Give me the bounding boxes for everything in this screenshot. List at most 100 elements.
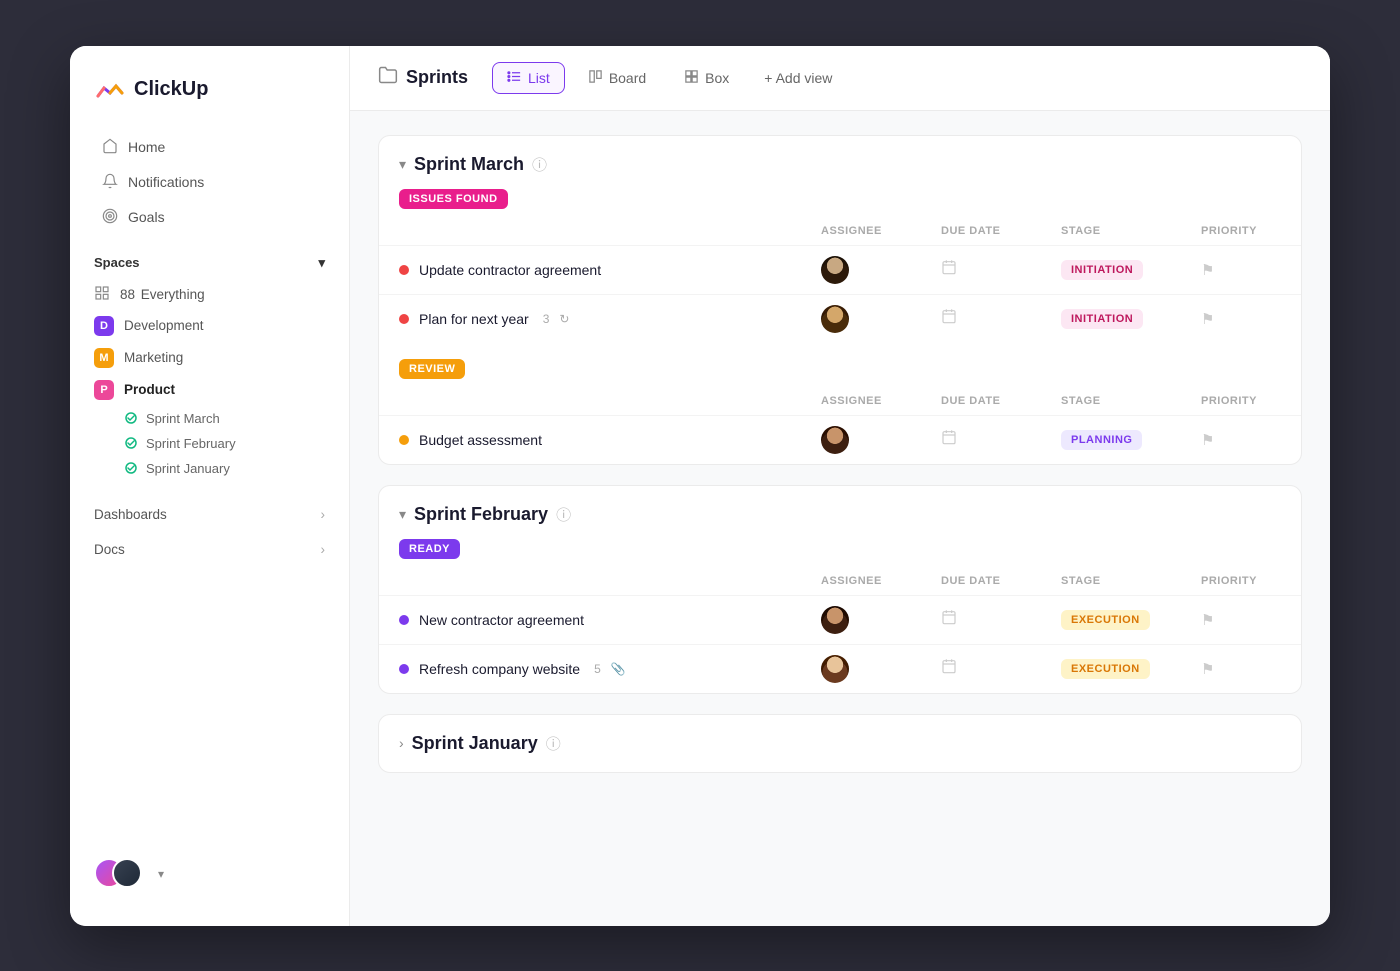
sprint-march-header: ▾ Sprint March ⓘ <box>379 136 1301 189</box>
everything-count: 88 Everything <box>120 287 205 302</box>
sidebar: ClickUp Home Notifications <box>70 46 350 926</box>
sprint-march-icon <box>124 411 138 425</box>
nav-item-home[interactable]: Home <box>78 130 341 165</box>
task-dot-purple2 <box>399 664 409 674</box>
sprint-march-info-icon[interactable]: ⓘ <box>532 154 547 175</box>
product-badge: P <box>94 380 114 400</box>
docs-chevron-icon: › <box>321 542 326 557</box>
task-col-header2 <box>399 395 821 407</box>
space-item-everything[interactable]: 88 Everything <box>94 279 325 310</box>
ready-badge: READY <box>399 539 460 559</box>
tab-list[interactable]: List <box>492 62 565 94</box>
spaces-header[interactable]: Spaces ▾ <box>94 255 325 271</box>
task-name-plan-next-year: Plan for next year 3 ↻ <box>399 311 821 327</box>
list-tab-icon <box>507 69 522 87</box>
issues-found-badge: ISSUES FOUND <box>399 189 508 209</box>
sprint-item-march[interactable]: Sprint March <box>94 406 325 431</box>
avatar-person-curly <box>821 606 849 634</box>
add-view-label: + Add view <box>764 70 832 86</box>
avatar-group[interactable] <box>94 858 146 890</box>
task-name-budget: Budget assessment <box>399 432 821 448</box>
task-dot-yellow <box>399 435 409 445</box>
dashboards-item[interactable]: Dashboards › <box>94 497 325 532</box>
sprint-february-group: ▾ Sprint February ⓘ READY ASSIGNEE DUE D… <box>378 485 1302 694</box>
date-cell <box>941 259 1061 280</box>
issues-found-table-header: ASSIGNEE DUE DATE STAGE PRIORITY <box>379 217 1301 245</box>
product-label: Product <box>124 382 175 397</box>
stage-col-header2: STAGE <box>1061 395 1201 407</box>
box-tab-icon <box>684 69 699 87</box>
goals-icon <box>102 208 118 227</box>
sprint-february-collapse-btn[interactable]: ▾ <box>399 506 406 523</box>
nav-item-goals[interactable]: Goals <box>78 200 341 235</box>
development-label: Development <box>124 318 204 333</box>
review-badge: REVIEW <box>399 359 465 379</box>
development-badge: D <box>94 316 114 336</box>
sprint-february-info-icon[interactable]: ⓘ <box>556 504 571 525</box>
attachment-icon: 📎 <box>611 662 626 676</box>
sprint-march-collapse-btn[interactable]: ▾ <box>399 156 406 173</box>
sprint-february-header: ▾ Sprint February ⓘ <box>379 486 1301 539</box>
flag-icon3: ⚑ <box>1201 431 1214 449</box>
logo-text: ClickUp <box>134 78 208 101</box>
space-item-marketing[interactable]: M Marketing <box>94 342 325 374</box>
task-col-header3 <box>399 575 821 587</box>
date-cell2 <box>941 308 1061 329</box>
space-item-product[interactable]: P Product <box>94 374 325 406</box>
flag-icon4: ⚑ <box>1201 611 1214 629</box>
task-row-plan-next-year[interactable]: Plan for next year 3 ↻ <box>379 294 1301 343</box>
date-cell4 <box>941 609 1061 630</box>
stage-badge-execution2: EXECUTION <box>1061 659 1150 679</box>
task-row-refresh-website[interactable]: Refresh company website 5 📎 <box>379 644 1301 693</box>
sprint-january-info-icon[interactable]: ⓘ <box>546 733 561 754</box>
docs-item[interactable]: Docs › <box>94 532 325 567</box>
marketing-label: Marketing <box>124 350 183 365</box>
date-cell5 <box>941 658 1061 679</box>
calendar-icon3 <box>941 429 957 450</box>
avatar-person3 <box>821 426 849 454</box>
priority-cell3: ⚑ <box>1201 431 1281 449</box>
calendar-icon4 <box>941 609 957 630</box>
date-cell3 <box>941 429 1061 450</box>
content-area: ▾ Sprint March ⓘ ISSUES FOUND ASSIGNEE D… <box>350 111 1330 926</box>
avatar-person-blonde <box>821 655 849 683</box>
sprint-january-title: Sprint January <box>412 733 538 754</box>
assignee-column-header: ASSIGNEE <box>821 225 941 237</box>
stage-badge-initiation: INITIATION <box>1061 260 1143 280</box>
add-view-button[interactable]: + Add view <box>752 64 844 92</box>
task-column-header <box>399 225 821 237</box>
assignee-col-header2: ASSIGNEE <box>821 395 941 407</box>
space-item-development[interactable]: D Development <box>94 310 325 342</box>
sprint-item-february[interactable]: Sprint February <box>94 431 325 456</box>
sprint-item-january[interactable]: Sprint January <box>94 456 325 481</box>
sprint-march-label: Sprint March <box>146 411 220 426</box>
task-name-refresh-website: Refresh company website 5 📎 <box>399 661 821 677</box>
dashboards-label: Dashboards <box>94 507 167 522</box>
dashboards-chevron-icon: › <box>321 507 326 522</box>
task-row-budget[interactable]: Budget assessment P <box>379 415 1301 464</box>
assignee-cell <box>821 256 941 284</box>
nav-item-notifications[interactable]: Notifications <box>78 165 341 200</box>
sprint-february-icon <box>124 436 138 450</box>
user-menu-chevron-icon[interactable]: ▾ <box>158 867 164 881</box>
notifications-label: Notifications <box>128 174 204 190</box>
board-tab-icon <box>588 69 603 87</box>
review-table-header: ASSIGNEE DUE DATE STAGE PRIORITY <box>379 387 1301 415</box>
priority-col-header2: PRIORITY <box>1201 395 1281 407</box>
sprint-january-expand-btn[interactable]: › <box>399 735 404 751</box>
priority-col-header3: PRIORITY <box>1201 575 1281 587</box>
calendar-icon2 <box>941 308 957 329</box>
tab-box[interactable]: Box <box>669 62 744 94</box>
tab-board[interactable]: Board <box>573 62 661 94</box>
app-window: ClickUp Home Notifications <box>70 46 1330 926</box>
stage-column-header: STAGE <box>1061 225 1201 237</box>
clickup-logo-icon <box>94 74 126 106</box>
assignee-col-header3: ASSIGNEE <box>821 575 941 587</box>
task-row-new-contractor[interactable]: New contractor agreement <box>379 595 1301 644</box>
priority-cell4: ⚑ <box>1201 611 1281 629</box>
assignee-cell3 <box>821 426 941 454</box>
sprint-february-title: Sprint February <box>414 504 548 525</box>
review-section: REVIEW <box>379 343 1301 387</box>
task-row-update-contractor[interactable]: Update contractor agreement <box>379 245 1301 294</box>
sprint-january-label: Sprint January <box>146 461 230 476</box>
